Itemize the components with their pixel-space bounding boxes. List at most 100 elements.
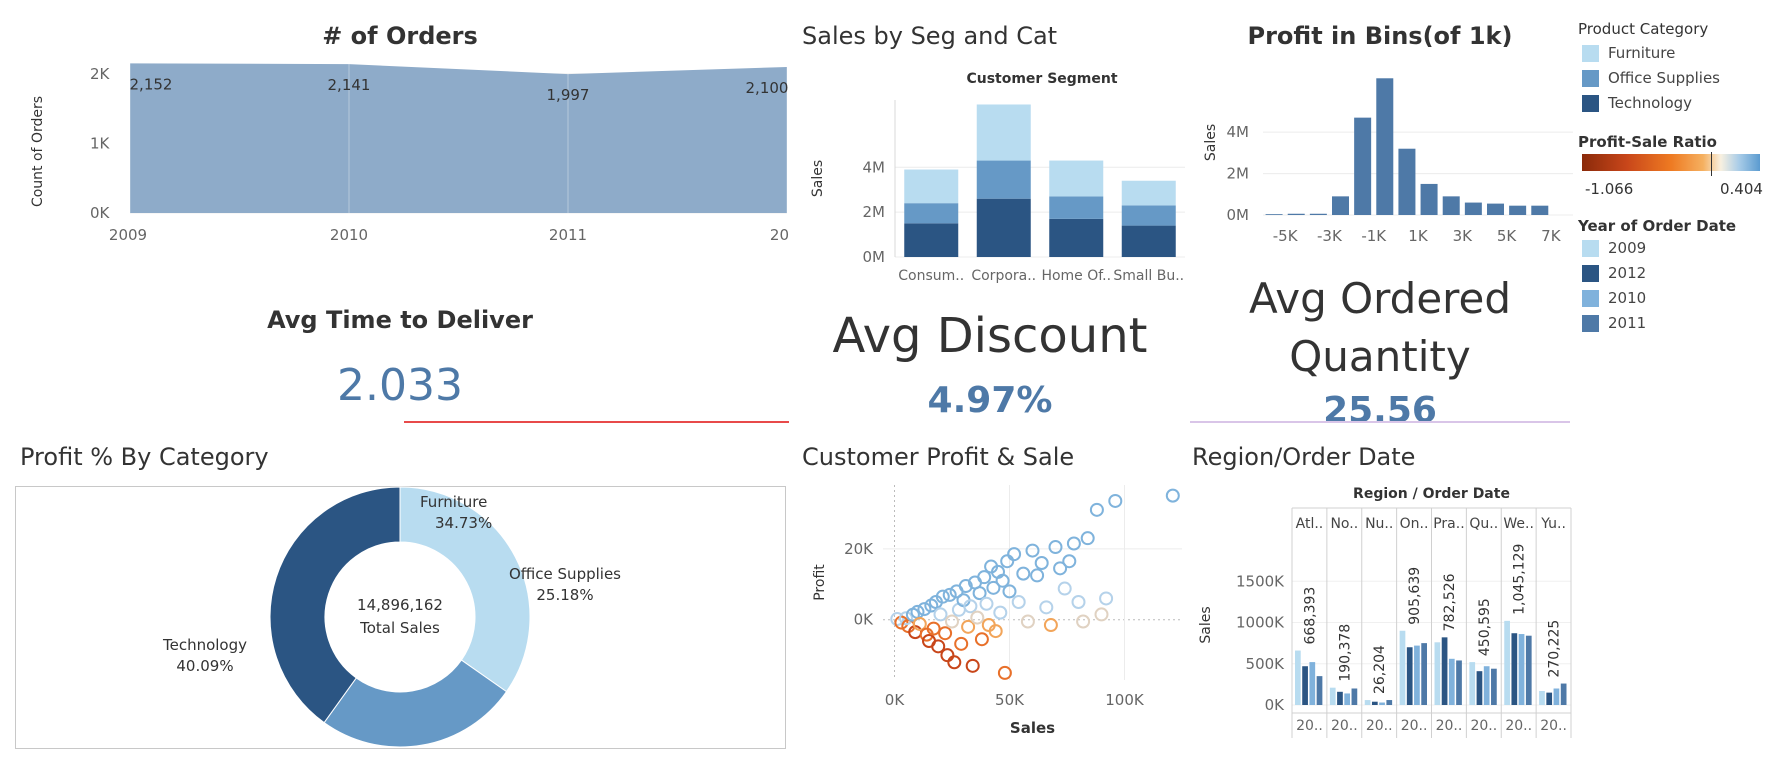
x-tick-label: 20..	[1331, 718, 1358, 734]
y-tick-label: 2K	[90, 65, 111, 83]
legend-2011[interactable]: 2011	[1582, 312, 1646, 334]
region-bar	[1504, 620, 1510, 705]
pane-header: Qu..	[1469, 516, 1498, 532]
x-tick-label: 20..	[1470, 718, 1497, 734]
legend-2009[interactable]: 2009	[1582, 237, 1646, 259]
data-label: 2,100	[746, 79, 789, 97]
y-tick-label: 2M	[863, 203, 886, 221]
seg-cat-stacked-bar-chart: Customer Segment 0M 2M 4M Consum.. Corpora.. H…	[810, 71, 1185, 284]
x-tick-label: -3K	[1317, 227, 1343, 245]
scatter-point	[1094, 607, 1109, 622]
region-bar	[1399, 630, 1406, 705]
region-bar	[1511, 633, 1518, 705]
scatter-point	[961, 619, 976, 634]
scatter-point	[979, 596, 994, 611]
region-bar	[1483, 666, 1490, 705]
bar-segment-furniture	[976, 104, 1031, 161]
legend-2012[interactable]: 2012	[1582, 262, 1646, 284]
region-bar	[1337, 691, 1343, 705]
legend-label: Technology	[1608, 94, 1693, 112]
region-bar	[1329, 687, 1336, 705]
y-tick-label: 1000K	[1236, 614, 1285, 632]
pane-header: Nu..	[1365, 516, 1393, 532]
bin-bar	[1420, 183, 1438, 215]
scatter-point	[965, 658, 980, 673]
ratio-min-label: -1.066	[1585, 180, 1634, 198]
scatter-point	[970, 610, 985, 625]
bin-bar	[1531, 205, 1549, 215]
scatter-point	[1020, 614, 1035, 629]
pane-header: Yu..	[1540, 516, 1566, 532]
bin-bar	[1509, 205, 1527, 215]
region-title: Region/Order Date	[1192, 443, 1416, 471]
slice-percent-label: 25.18%	[536, 586, 593, 604]
y-tick-label: 0K	[90, 204, 111, 222]
data-label: 26,204	[1372, 645, 1388, 694]
header-label: Customer Segment	[966, 71, 1117, 87]
orders-title: # of Orders	[322, 22, 478, 50]
avg-discount-value: 4.97%	[927, 380, 1053, 421]
orders-area	[130, 63, 787, 213]
bin-bar	[1398, 148, 1416, 215]
y-tick-label: 4M	[1227, 123, 1250, 141]
y-tick-label: 2M	[1227, 165, 1250, 183]
x-tick-label: 3K	[1453, 227, 1474, 245]
center-value: 14,896,162	[357, 596, 443, 614]
region-bar	[1344, 693, 1351, 705]
scatter-point	[1011, 595, 1026, 609]
y-axis-title: Sales	[1203, 124, 1219, 161]
avg-qty-title-line1: Avg Ordered	[1248, 274, 1512, 323]
scatter-point	[940, 648, 955, 663]
data-label: 1,997	[547, 86, 590, 104]
bin-bar	[1464, 202, 1482, 215]
slice-label: Office Supplies	[509, 565, 621, 583]
x-tick-label: 2010	[330, 226, 368, 244]
pane-header: On..	[1400, 516, 1429, 532]
bar-segment-technology	[976, 198, 1031, 257]
swatch-icon	[1582, 264, 1599, 282]
x-tick-label: 1K	[1408, 227, 1429, 245]
region-bar	[1364, 700, 1371, 705]
x-tick-label: 50K	[995, 691, 1025, 709]
swatch-icon	[1582, 239, 1599, 257]
avg-discount-title: Avg Discount	[832, 308, 1148, 364]
legend-office-supplies[interactable]: Office Supplies	[1582, 67, 1720, 89]
bin-bar	[1354, 117, 1372, 215]
legend-2010[interactable]: 2010	[1582, 287, 1646, 309]
cust-title: Customer Profit & Sale	[802, 443, 1075, 471]
region-bar	[1448, 658, 1455, 705]
legend-furniture[interactable]: Furniture	[1582, 42, 1675, 64]
bar-segment-office-supplies	[1121, 205, 1176, 226]
data-label: 2,141	[328, 76, 371, 94]
scatter-point	[954, 636, 969, 651]
x-tick-label: 2009	[109, 226, 147, 244]
scatter-point	[1039, 600, 1054, 615]
scatter-point	[1048, 540, 1063, 555]
bar-segment-furniture	[1121, 180, 1176, 206]
y-tick-label: 0M	[1227, 206, 1250, 224]
data-label: 2,152	[130, 75, 173, 93]
region-bar	[1421, 643, 1427, 705]
swatch-icon	[1582, 44, 1599, 62]
legend-technology[interactable]: Technology	[1582, 92, 1692, 114]
profit-donut-chart: Furniture 34.73% Office Supplies 25.18% Tech…	[162, 486, 621, 748]
region-bar	[1560, 683, 1567, 705]
seg-cat-title: Sales by Seg and Cat	[802, 22, 1058, 50]
slice-label: Technology	[162, 636, 247, 654]
x-tick-label: 100K	[1105, 691, 1145, 709]
bar-segment-office-supplies	[904, 203, 959, 224]
bar-segment-technology	[1049, 218, 1104, 257]
swatch-icon	[1582, 289, 1599, 307]
x-tick-label: Corpora..	[971, 268, 1036, 284]
scatter-point	[1025, 543, 1040, 558]
scatter-point	[1034, 556, 1049, 570]
x-tick-label: 2011	[549, 226, 587, 244]
x-tick-label: 20..	[1296, 718, 1323, 734]
y-tick-label: 1K	[90, 134, 111, 152]
region-bar	[1295, 650, 1301, 705]
data-label: 668,393	[1302, 587, 1318, 645]
pane-header: We..	[1503, 516, 1534, 532]
data-label: 190,378	[1337, 624, 1353, 682]
pane-header: No..	[1330, 516, 1358, 532]
region-bar-chart: Region / Order Date 0K 500K 1000K 1500K Atl..…	[1198, 486, 1572, 738]
